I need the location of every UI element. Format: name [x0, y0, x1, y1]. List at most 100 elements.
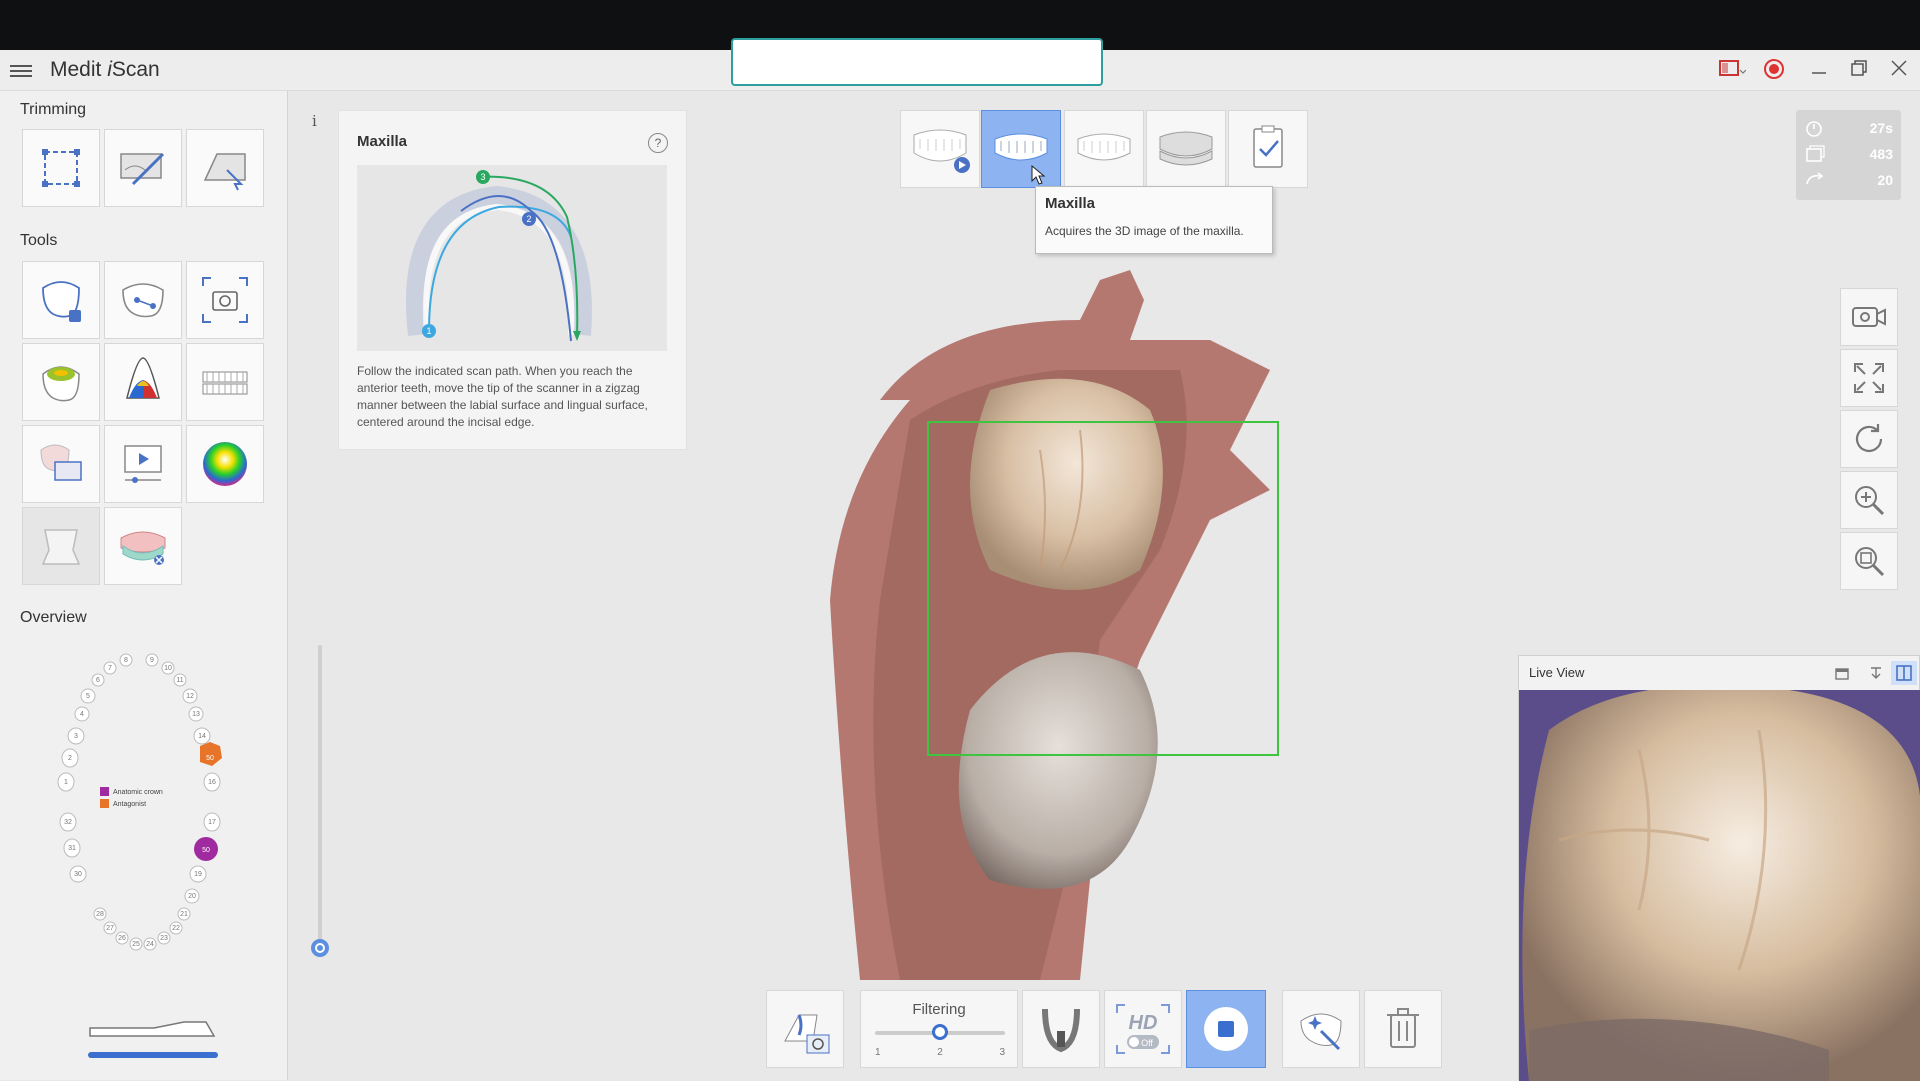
frames-icon [1806, 145, 1825, 162]
lock-tooth-tool[interactable] [22, 261, 100, 339]
zoom-area-button[interactable] [1840, 532, 1898, 590]
filter-tick-1: 1 [875, 1047, 881, 1058]
svg-text:22: 22 [172, 925, 180, 932]
svg-text:6: 6 [96, 677, 100, 684]
svg-text:17: 17 [208, 819, 216, 826]
color-map-tool[interactable] [186, 425, 264, 503]
live-camera-feed [1519, 690, 1920, 1081]
crown-marker[interactable]: 50 [194, 837, 218, 861]
delete-arch-tool[interactable] [104, 507, 182, 585]
scan-playback-tool[interactable] [104, 425, 182, 503]
scan-3d-view[interactable] [820, 260, 1510, 1080]
abutment-tool [22, 507, 100, 585]
svg-text:5: 5 [86, 693, 90, 700]
svg-text:10: 10 [164, 665, 172, 672]
menu-icon[interactable] [10, 62, 32, 80]
svg-text:28: 28 [96, 911, 104, 918]
stage-review[interactable] [1228, 110, 1308, 188]
bite-align-tool[interactable] [186, 343, 264, 421]
reset-rotation-button[interactable] [1840, 410, 1898, 468]
svg-text:4: 4 [80, 711, 84, 718]
fit-view-button[interactable] [1840, 349, 1898, 407]
svg-text:Off: Off [1141, 1038, 1153, 1048]
occlusion-tool[interactable] [22, 343, 100, 421]
select-area-tool[interactable] [22, 129, 100, 207]
svg-text:21: 21 [180, 911, 188, 918]
trimming-title: Trimming [20, 101, 87, 118]
live-view-dock-icon[interactable] [1867, 664, 1885, 682]
capture-icon[interactable] [186, 261, 264, 339]
svg-text:1: 1 [426, 326, 431, 336]
svg-text:3: 3 [74, 733, 78, 740]
minimize-icon[interactable] [1809, 58, 1829, 83]
stop-scan-button[interactable] [1186, 990, 1266, 1068]
overview-title: Overview [20, 609, 87, 626]
tooth-marking-tool[interactable] [104, 261, 182, 339]
svg-text:26: 26 [118, 935, 126, 942]
stat-time: 27s [1869, 120, 1893, 136]
svg-text:50: 50 [202, 847, 210, 854]
svg-text:20: 20 [188, 893, 196, 900]
tooltip-description: Acquires the 3D image of the maxilla. [1045, 224, 1244, 238]
svg-text:31: 31 [68, 845, 76, 852]
svg-text:23: 23 [160, 935, 168, 942]
ai-cleanup-button[interactable] [1282, 990, 1360, 1068]
stage-maxilla[interactable] [981, 110, 1061, 188]
tooth-chart[interactable]: 1 2 3 4 5 6 7 8 9 10 11 12 13 14 16 17 1… [40, 640, 250, 960]
info-icon[interactable]: i [312, 112, 328, 130]
live-view-panel: Live View [1518, 655, 1920, 1081]
status-message-box [731, 38, 1103, 86]
zoom-in-button[interactable] [1840, 471, 1898, 529]
svg-text:7: 7 [108, 665, 112, 672]
svg-text:14: 14 [198, 733, 206, 740]
help-icon[interactable]: ? [648, 133, 668, 153]
svg-text:HD: HD [1129, 1012, 1158, 1034]
trim-brush-tool[interactable] [104, 129, 182, 207]
stat-rotation: 20 [1877, 172, 1893, 188]
lasso-trim-tool[interactable] [186, 129, 264, 207]
scan-path-diagram: 1 2 3 [357, 165, 667, 351]
svg-text:8: 8 [124, 657, 128, 664]
svg-text:2: 2 [68, 755, 72, 762]
record-icon[interactable] [1763, 58, 1785, 85]
stage-mandible[interactable] [1064, 110, 1144, 188]
svg-text:13: 13 [192, 711, 200, 718]
delete-button[interactable] [1364, 990, 1442, 1068]
scan-stats-panel: 27s 483 20 [1796, 110, 1901, 200]
rotation-icon [1806, 172, 1824, 185]
filtering-slider-knob[interactable] [932, 1024, 948, 1040]
slider-handle-icon[interactable] [309, 937, 331, 959]
camera-view-button[interactable] [1840, 288, 1898, 346]
close-icon[interactable] [1889, 58, 1909, 83]
svg-text:1: 1 [64, 779, 68, 786]
svg-text:9: 9 [150, 657, 154, 664]
live-view-pin-icon[interactable] [1833, 664, 1851, 682]
stage-lower-scan[interactable] [900, 110, 980, 188]
legend-crown: Anatomic crown [113, 789, 163, 796]
restore-icon[interactable] [1849, 58, 1869, 83]
svg-text:11: 11 [176, 677, 183, 684]
arch-mode-button[interactable] [1022, 990, 1100, 1068]
mouse-cursor-icon [1031, 165, 1046, 185]
undercut-tool[interactable] [104, 343, 182, 421]
live-view-title: Live View [1529, 665, 1585, 680]
app-title: Medit iScan [50, 58, 160, 81]
stage-occlusion[interactable] [1146, 110, 1226, 188]
filtering-control[interactable]: Filtering 1 2 3 [860, 990, 1018, 1068]
scan-inspect-button[interactable] [766, 990, 844, 1068]
svg-text:25: 25 [132, 941, 140, 948]
stat-frames: 483 [1869, 146, 1893, 162]
layout-icon[interactable] [1718, 58, 1747, 85]
compare-scan-tool[interactable] [22, 425, 100, 503]
antagonist-marker[interactable]: 50 [200, 742, 222, 766]
live-view-toggle-button[interactable] [1891, 661, 1917, 685]
vertical-slider[interactable] [318, 645, 322, 945]
legend-antagonist: Antagonist [113, 801, 146, 808]
hd-toggle-button[interactable]: HD Off [1104, 990, 1182, 1068]
stage-tooltip: Maxilla Acquires the 3D image of the max… [1035, 186, 1273, 254]
svg-text:32: 32 [64, 819, 72, 826]
svg-text:50: 50 [206, 755, 214, 762]
scanner-icon [88, 1021, 218, 1058]
svg-text:24: 24 [146, 941, 154, 948]
filtering-label: Filtering [912, 1001, 966, 1018]
